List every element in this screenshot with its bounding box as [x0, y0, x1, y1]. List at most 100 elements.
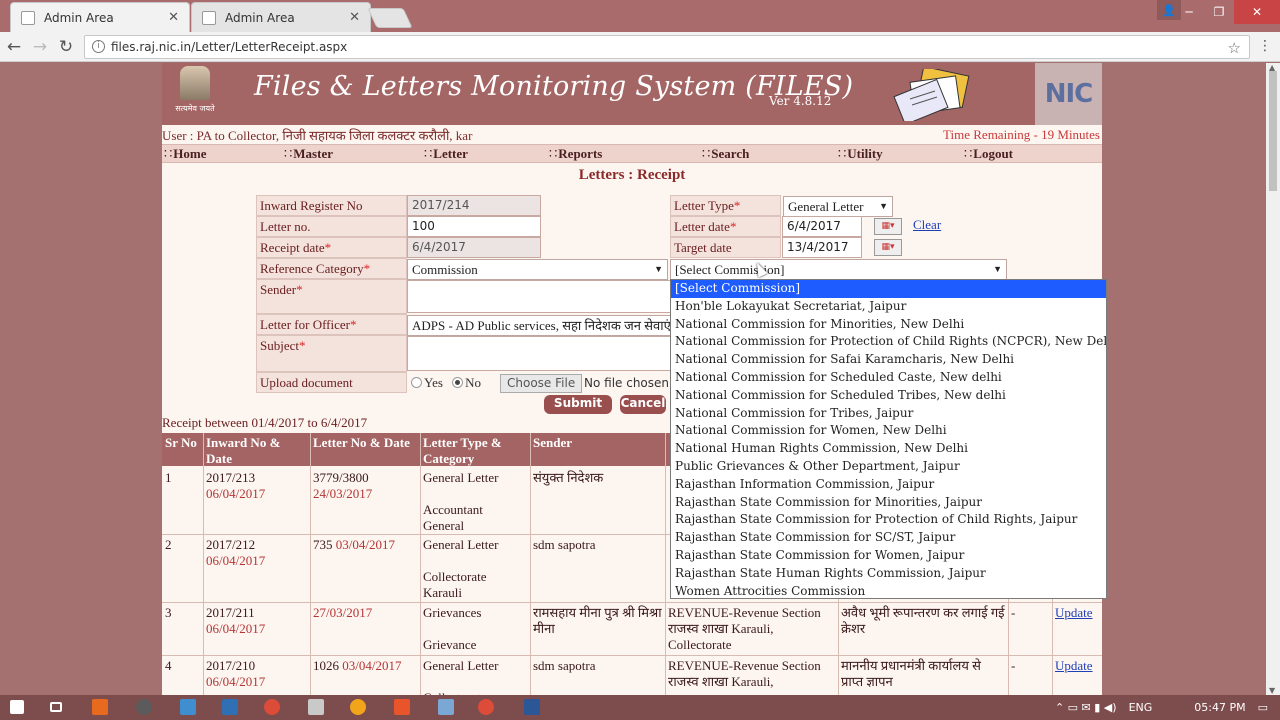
os-taskbar: ⌃ ▭ ✉ ▮ ◀) ENG 05:47 PM ▭: [0, 695, 1280, 720]
menu-utility[interactable]: Utility: [838, 145, 882, 163]
maximize-icon[interactable]: ❐: [1204, 0, 1234, 24]
clock[interactable]: 05:47 PM: [1194, 701, 1245, 714]
commission-option[interactable]: Rajasthan Information Commission, Jaipur: [671, 476, 1106, 494]
close-icon[interactable]: ✕: [168, 10, 179, 25]
task-view-icon[interactable]: [50, 702, 62, 712]
upload-no-radio[interactable]: [452, 377, 464, 388]
address-bar[interactable]: i files.raj.nic.in/Letter/LetterReceipt.…: [84, 35, 1250, 59]
commission-option[interactable]: Rajasthan State Commission for Women, Ja…: [671, 547, 1106, 565]
back-icon[interactable]: ←: [4, 37, 24, 57]
commission-option[interactable]: National Commission for Scheduled Tribes…: [671, 387, 1106, 405]
clear-link[interactable]: Clear: [913, 217, 941, 233]
forward-icon[interactable]: →: [30, 37, 50, 57]
reference-category-select[interactable]: Commission ▼: [407, 259, 668, 280]
scroll-down-icon[interactable]: ▼: [1269, 686, 1275, 695]
letter-type-select[interactable]: General Letter ▼: [783, 196, 893, 217]
commission-option[interactable]: National Commission for Safai Karamchari…: [671, 351, 1106, 369]
submit-button[interactable]: Submit: [544, 395, 612, 414]
bookmark-star-icon[interactable]: ☆: [1228, 37, 1241, 59]
menu-letter[interactable]: Letter: [424, 145, 468, 163]
commission-option[interactable]: National Human Rights Commission, New De…: [671, 440, 1106, 458]
new-tab-button[interactable]: [367, 8, 413, 28]
letter-no-cell: 3779/3800 24/03/2017: [313, 470, 373, 501]
window-close-icon[interactable]: ✕: [1234, 0, 1280, 24]
minimize-icon[interactable]: ─: [1174, 0, 1204, 24]
scrollbar-thumb[interactable]: [1269, 71, 1277, 191]
browser-tab[interactable]: Admin Area ✕: [191, 2, 371, 32]
subject-label: Subject*: [256, 335, 407, 372]
commission-option[interactable]: Rajasthan State Human Rights Commission,…: [671, 565, 1106, 583]
inward-register-label: Inward Register No: [256, 195, 407, 216]
update-cell: Update: [1052, 656, 1102, 676]
word-icon[interactable]: [524, 699, 540, 715]
update-link[interactable]: Update: [1055, 605, 1093, 620]
reload-icon[interactable]: ↻: [56, 37, 76, 57]
menu-home[interactable]: Home: [164, 145, 206, 163]
menu-search[interactable]: Search: [702, 145, 749, 163]
status-cell: -: [1011, 658, 1016, 673]
app-icon[interactable]: [308, 699, 324, 715]
commission-option[interactable]: National Commission for Women, New Delhi: [671, 422, 1106, 440]
browser-tab-active[interactable]: Admin Area ✕: [10, 2, 190, 32]
menu-master[interactable]: Master: [284, 145, 333, 163]
commission-option[interactable]: Women Attrocities Commission: [671, 583, 1106, 598]
cancel-button[interactable]: Cancel: [620, 395, 666, 414]
commission-option[interactable]: Public Grievances & Other Department, Ja…: [671, 458, 1106, 476]
menu-logout[interactable]: Logout: [964, 145, 1013, 163]
commission-option[interactable]: National Commission for Tribes, Jaipur: [671, 405, 1106, 423]
commission-select[interactable]: [Select Commission] ▼: [670, 259, 1007, 280]
browser-menu-icon[interactable]: ⋮: [1258, 38, 1272, 54]
chrome-icon[interactable]: [264, 699, 280, 715]
receipt-date-field: 6/4/2017: [407, 237, 541, 258]
calendar-icon[interactable]: ▦▾: [874, 239, 902, 256]
letter-for-officer-label: Letter for Officer*: [256, 314, 407, 335]
choose-file-button[interactable]: Choose File: [500, 374, 583, 393]
commission-option[interactable]: National Commission for Minorities, New …: [671, 316, 1106, 334]
update-link[interactable]: Update: [1055, 658, 1093, 673]
commission-option[interactable]: National Commission for Protection of Ch…: [671, 333, 1106, 351]
letter-no-input[interactable]: 100: [407, 216, 541, 237]
sr-no-cell: 4: [165, 658, 172, 673]
target-date-input[interactable]: 13/4/2017: [782, 237, 862, 258]
app-icon[interactable]: [180, 699, 196, 715]
letter-date-input[interactable]: 6/4/2017: [782, 216, 862, 237]
commission-option[interactable]: Hon'ble Lokayukat Secretariat, Jaipur: [671, 298, 1106, 316]
reference-category-label: Reference Category*: [256, 258, 407, 279]
col-sr-no: Sr No: [165, 435, 197, 450]
app-icon[interactable]: [222, 699, 238, 715]
subject-cell: माननीय प्रधानमंत्री कार्यालय से प्राप्त …: [841, 658, 981, 689]
menu-reports[interactable]: Reports: [549, 145, 602, 163]
language-indicator[interactable]: ENG: [1129, 701, 1153, 714]
letter-no-cell: 735 03/04/2017: [313, 537, 395, 552]
col-sender: Sender: [533, 435, 572, 450]
info-icon[interactable]: i: [92, 40, 105, 53]
letter-for-officer-select[interactable]: ADPS - AD Public services, सहा निदेशक जन…: [407, 315, 672, 336]
app-icon[interactable]: [438, 699, 454, 715]
chrome-icon[interactable]: [478, 699, 494, 715]
subject-textarea[interactable]: [407, 336, 672, 371]
tray-icons[interactable]: ⌃ ▭ ✉ ▮ ◀): [1055, 701, 1117, 714]
commission-option[interactable]: Rajasthan State Commission for Minoritie…: [671, 494, 1106, 512]
app-icon[interactable]: [92, 699, 108, 715]
upload-yes-radio[interactable]: [411, 377, 422, 388]
upload-radio-group: Yes No: [411, 375, 481, 391]
close-icon[interactable]: ✕: [349, 10, 360, 25]
inward-cell: 2017/213 06/04/2017: [206, 470, 266, 501]
inward-cell: 2017/210 06/04/2017: [206, 658, 266, 689]
sender-textarea[interactable]: [407, 280, 672, 313]
app-icon[interactable]: [394, 699, 410, 715]
notification-icon[interactable]: ▭: [1258, 701, 1268, 714]
page-scrollbar[interactable]: ▲ ▼: [1266, 63, 1280, 695]
commission-option[interactable]: Rajasthan State Commission for SC/ST, Ja…: [671, 529, 1106, 547]
commission-option[interactable]: National Commission for Scheduled Caste,…: [671, 369, 1106, 387]
app-title: Files & Letters Monitoring System (FILES…: [254, 71, 854, 102]
col-letter-type: Letter Type & Category: [423, 435, 502, 466]
commission-option[interactable]: Rajasthan State Commission for Protectio…: [671, 511, 1106, 529]
commission-dropdown-list: [Select Commission] Hon'ble Lokayukat Sec…: [670, 279, 1107, 599]
calendar-icon[interactable]: ▦▾: [874, 218, 902, 235]
status-cell: -: [1011, 605, 1016, 620]
app-icon[interactable]: [136, 699, 152, 715]
app-icon[interactable]: [350, 699, 366, 715]
start-icon[interactable]: [10, 700, 24, 714]
commission-option[interactable]: [Select Commission]: [671, 280, 1106, 298]
